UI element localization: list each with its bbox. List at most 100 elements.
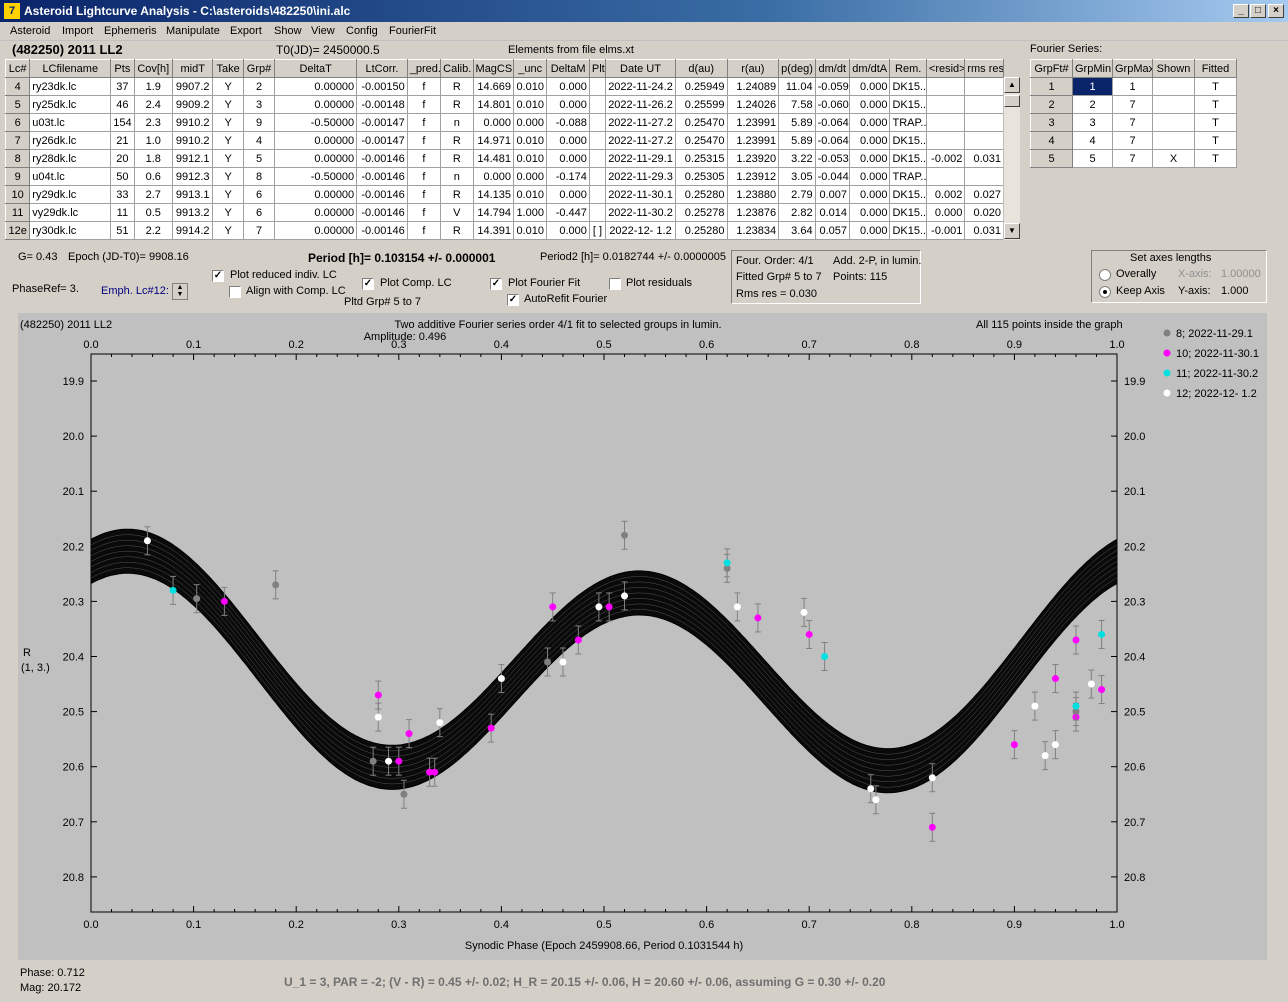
- maximize-button[interactable]: □: [1250, 4, 1266, 18]
- lc-col-header[interactable]: midT: [171, 59, 214, 78]
- lc-col-header[interactable]: Plt: [588, 59, 607, 78]
- table-cell[interactable]: 12e: [4, 221, 31, 240]
- fourier-cell[interactable]: 2: [1030, 95, 1073, 114]
- plot-comp-checkbox[interactable]: ✓: [362, 278, 374, 290]
- table-row[interactable]: 7 ry26dk.lc 21 1.0 9910.2 Y 4 0.00000 -0.00147 f R…: [4, 131, 1004, 150]
- plot-fourier-checkbox[interactable]: ✓: [490, 278, 502, 290]
- menu-import[interactable]: Import: [62, 25, 93, 37]
- fourier-row[interactable]: 447T: [1030, 131, 1237, 150]
- scroll-up-icon[interactable]: ▲: [1004, 77, 1020, 93]
- align-comp-checkbox[interactable]: [229, 286, 241, 298]
- table-cell[interactable]: 10: [4, 185, 31, 204]
- fourier-cell[interactable]: [1152, 113, 1195, 132]
- lc-col-header[interactable]: Rem.: [889, 59, 927, 78]
- fourier-cell[interactable]: X: [1152, 149, 1195, 168]
- menu-manipulate[interactable]: Manipulate: [166, 25, 220, 37]
- scroll-down-icon[interactable]: ▼: [1004, 223, 1020, 239]
- lc-col-header[interactable]: DeltaM: [546, 59, 590, 78]
- table-row[interactable]: 8 ry28dk.lc 20 1.8 9912.1 Y 5 0.00000 -0.00146 f R…: [4, 149, 1004, 168]
- fourier-cell[interactable]: 1: [1030, 77, 1073, 96]
- x-axis-value[interactable]: 1.00000: [1221, 268, 1261, 280]
- fourier-cell[interactable]: 5: [1072, 149, 1113, 168]
- fourier-cell[interactable]: 7: [1112, 95, 1153, 114]
- fourier-cell[interactable]: T: [1194, 113, 1237, 132]
- menu-config[interactable]: Config: [346, 25, 378, 37]
- fourier-cell[interactable]: [1152, 77, 1195, 96]
- lc-col-header[interactable]: d(au): [674, 59, 728, 78]
- lc-col-header[interactable]: rms res: [964, 59, 1004, 78]
- lc-col-header[interactable]: Cov[h]: [133, 59, 173, 78]
- menu-asteroid[interactable]: Asteroid: [10, 25, 50, 37]
- overally-radio[interactable]: [1099, 269, 1111, 281]
- fourier-cell[interactable]: 5: [1030, 149, 1073, 168]
- close-button[interactable]: ×: [1268, 4, 1284, 18]
- table-cell[interactable]: 7: [4, 131, 31, 150]
- fourier-cell[interactable]: T: [1194, 95, 1237, 114]
- fourier-cell[interactable]: T: [1194, 77, 1237, 96]
- table-cell[interactable]: 8: [4, 149, 31, 168]
- table-row[interactable]: 5 ry25dk.lc 46 2.4 9909.2 Y 3 0.00000 -0.00148 f R…: [4, 95, 1004, 114]
- menu-export[interactable]: Export: [230, 25, 262, 37]
- lc-col-header[interactable]: MagCS: [472, 59, 515, 78]
- lc-col-header[interactable]: _unc: [513, 59, 548, 78]
- menu-ephemeris[interactable]: Ephemeris: [104, 25, 157, 37]
- plot-residuals-checkbox[interactable]: [609, 278, 621, 290]
- table-cell[interactable]: 4: [4, 77, 31, 96]
- fourier-row[interactable]: 227T: [1030, 95, 1237, 114]
- y-axis-value[interactable]: 1.000: [1221, 285, 1249, 297]
- lc-col-header[interactable]: DeltaT: [274, 59, 358, 78]
- autorefit-checkbox[interactable]: ✓: [507, 294, 519, 306]
- lc-col-header[interactable]: dm/dt: [814, 59, 850, 78]
- lc-col-header[interactable]: Grp#: [242, 59, 276, 78]
- lc-col-header[interactable]: LCfilename: [29, 59, 112, 78]
- fourier-cell[interactable]: 3: [1072, 113, 1113, 132]
- table-cell[interactable]: 6: [4, 113, 31, 132]
- menu-view[interactable]: View: [311, 25, 335, 37]
- plot-reduced-checkbox[interactable]: ✓: [212, 270, 224, 282]
- fourier-cell[interactable]: 4: [1030, 131, 1073, 150]
- table-row[interactable]: 12e ry30dk.lc 51 2.2 9914.2 Y 7 0.00000 -0.00146…: [4, 221, 1004, 240]
- fourier-cell[interactable]: 4: [1072, 131, 1113, 150]
- table-cell[interactable]: 11: [4, 203, 31, 222]
- fourier-row[interactable]: 557XT: [1030, 149, 1237, 168]
- lightcurve-plot[interactable]: 0.0 0.0 0.1 0.1 0.2 0.2 0.3 0.3 0.4 0.4 0.5 0.5 0.6 0…: [18, 313, 1267, 960]
- fourier-cell[interactable]: 7: [1112, 149, 1153, 168]
- lc-col-header[interactable]: dm/dtA: [848, 59, 891, 78]
- table-scrollbar[interactable]: ▲ ▼: [1003, 77, 1020, 240]
- lc-col-header[interactable]: Lc#: [4, 59, 31, 78]
- lc-col-header[interactable]: Take: [212, 59, 244, 78]
- table-row[interactable]: 4 ry23dk.lc 37 1.9 9907.2 Y 2 0.00000 -0.00150 f R…: [4, 77, 1004, 96]
- lc-col-header[interactable]: Date UT: [605, 59, 676, 78]
- fourier-cell[interactable]: [1152, 131, 1195, 150]
- fourier-cell[interactable]: 7: [1112, 131, 1153, 150]
- fourier-cell[interactable]: 3: [1030, 113, 1073, 132]
- lc-col-header[interactable]: _pred.: [406, 59, 442, 78]
- table-cell[interactable]: 5: [4, 95, 31, 114]
- lc-col-header[interactable]: Calib.: [440, 59, 474, 78]
- fourier-row[interactable]: 337T: [1030, 113, 1237, 132]
- table-cell[interactable]: 9: [4, 167, 31, 186]
- table-row[interactable]: 9 u04t.lc 50 0.6 9912.3 Y 8 -0.50000 -0.00146 f n 0…: [4, 167, 1004, 186]
- keep-axis-radio[interactable]: [1099, 286, 1111, 298]
- lc-col-header[interactable]: Pts: [110, 59, 135, 78]
- fourier-cell[interactable]: T: [1194, 131, 1237, 150]
- scroll-thumb[interactable]: [1004, 95, 1020, 107]
- emph-spinner[interactable]: ▲ ▼: [172, 283, 188, 300]
- lc-col-header[interactable]: r(au): [726, 59, 780, 78]
- lc-col-header[interactable]: LtCorr.: [356, 59, 408, 78]
- menu-show[interactable]: Show: [274, 25, 302, 37]
- fourier-cell[interactable]: 1: [1072, 77, 1113, 96]
- table-row[interactable]: 11 vy29dk.lc 11 0.5 9913.2 Y 6 0.00000 -0.00146 f…: [4, 203, 1004, 222]
- fourier-cell[interactable]: 2: [1072, 95, 1113, 114]
- menu-fourierfit[interactable]: FourierFit: [389, 25, 436, 37]
- fourier-cell[interactable]: [1152, 95, 1195, 114]
- fourier-cell[interactable]: T: [1194, 149, 1237, 168]
- table-row[interactable]: 6 u03t.lc 154 2.3 9910.2 Y 9 -0.50000 -0.00147 f n…: [4, 113, 1004, 132]
- fourier-cell[interactable]: 1: [1112, 77, 1153, 96]
- lc-col-header[interactable]: p(deg): [778, 59, 816, 78]
- lc-col-header[interactable]: <resid>: [925, 59, 966, 78]
- fourier-cell[interactable]: 7: [1112, 113, 1153, 132]
- minimize-button[interactable]: _: [1233, 4, 1249, 18]
- table-row[interactable]: 10 ry29dk.lc 33 2.7 9913.1 Y 6 0.00000 -0.00146 f…: [4, 185, 1004, 204]
- fourier-row[interactable]: 111T: [1030, 77, 1237, 96]
